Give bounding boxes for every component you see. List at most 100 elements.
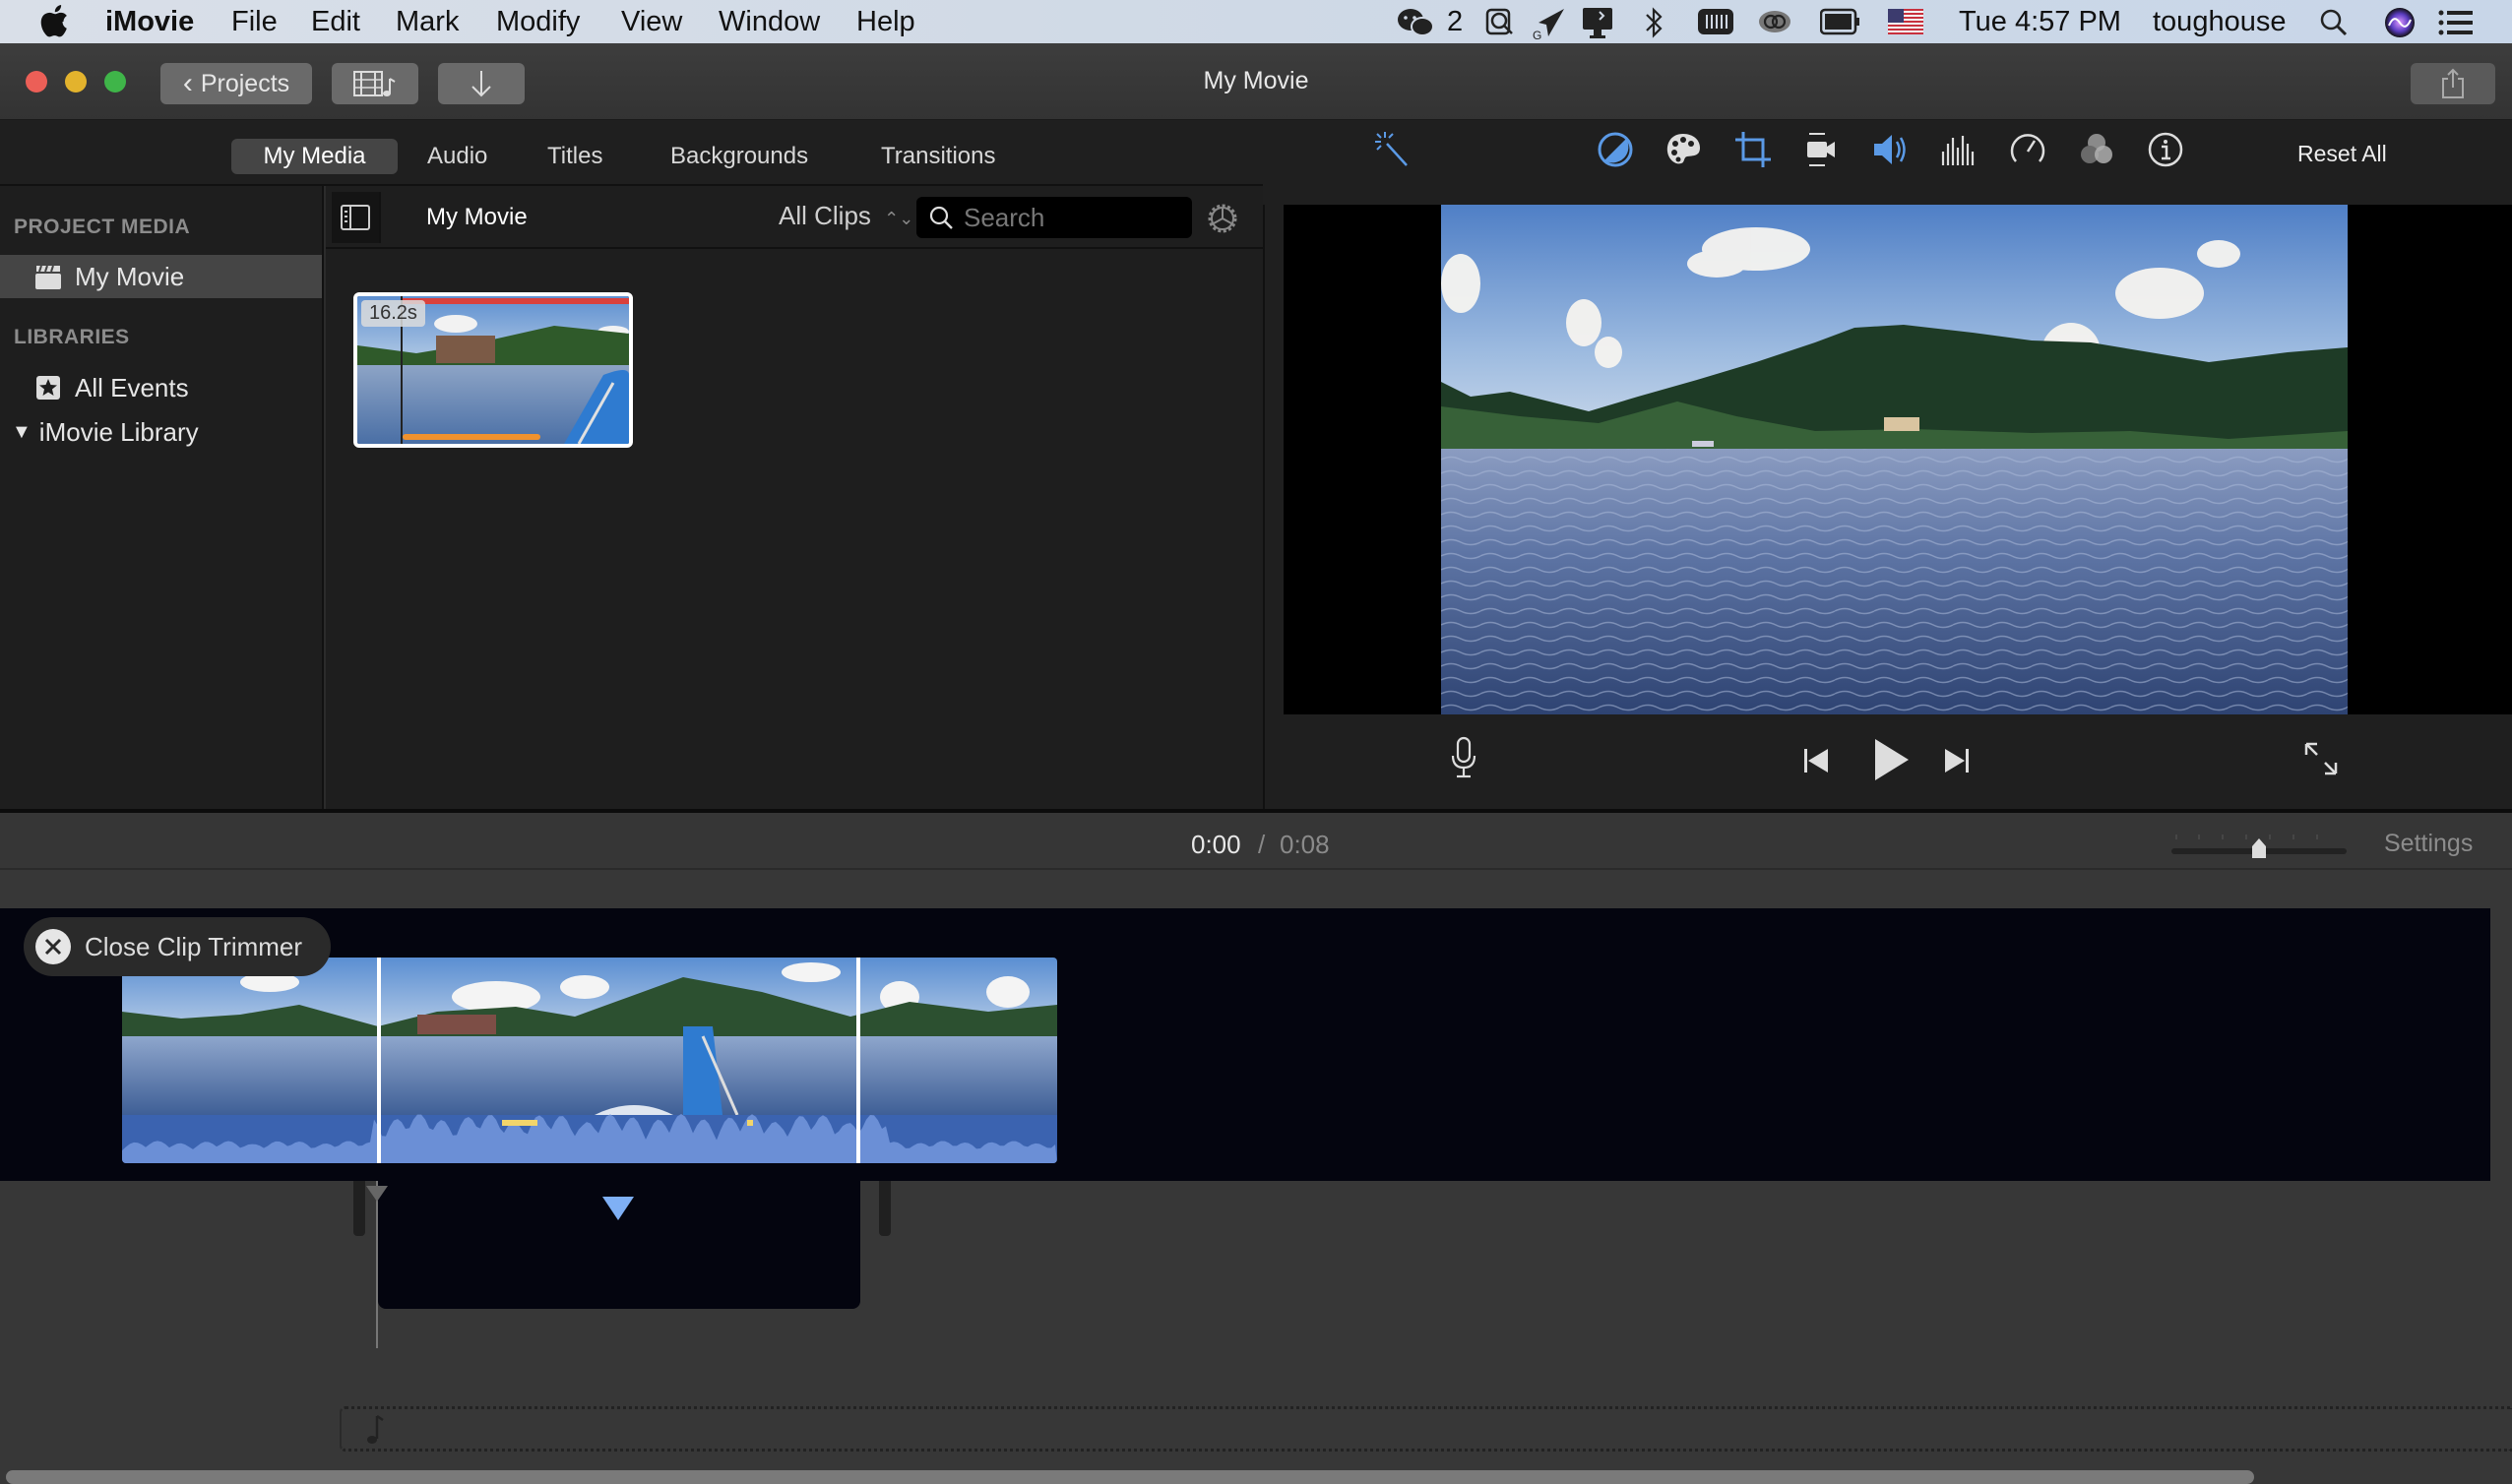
libraries-sidebar: PROJECT MEDIA My Movie LIBRARIES All Eve… bbox=[0, 186, 324, 809]
filmstrip-frames bbox=[122, 958, 1057, 1163]
trim-start-handle[interactable] bbox=[377, 958, 381, 1163]
playhead-triangle-icon[interactable] bbox=[365, 1185, 389, 1203]
airplay-display-icon[interactable] bbox=[1580, 6, 1615, 39]
send-icon[interactable]: G bbox=[1531, 7, 1566, 40]
tab-label: My Media bbox=[263, 143, 366, 169]
sidebar-icon bbox=[341, 205, 370, 230]
menu-file[interactable]: File bbox=[231, 6, 278, 38]
search-input[interactable] bbox=[964, 202, 1180, 233]
siri-icon[interactable] bbox=[2383, 6, 2417, 39]
tab-label: Backgrounds bbox=[670, 143, 809, 169]
window-title: My Movie bbox=[1203, 67, 1309, 94]
tab-audio[interactable]: Audio bbox=[409, 139, 505, 174]
sidebar-item-label: All Events bbox=[75, 372, 189, 402]
up-down-chevron-icon: ⌃⌄ bbox=[884, 209, 914, 228]
background-music-well[interactable] bbox=[340, 1406, 2512, 1452]
menu-edit[interactable]: Edit bbox=[311, 6, 360, 38]
libraries-heading: LIBRARIES bbox=[14, 326, 130, 348]
magic-wand-icon[interactable] bbox=[1373, 130, 1413, 169]
tab-my-media[interactable]: My Media bbox=[231, 139, 398, 174]
menu-mark[interactable]: Mark bbox=[396, 6, 459, 38]
close-clip-trimmer-label: Close Clip Trimmer bbox=[85, 931, 303, 961]
play-icon[interactable] bbox=[1871, 736, 1913, 783]
menu-window[interactable]: Window bbox=[719, 6, 820, 38]
sidebar-item-my-movie[interactable]: My Movie bbox=[0, 255, 322, 298]
crop-icon[interactable] bbox=[1733, 130, 1773, 169]
creative-cloud-icon[interactable] bbox=[1756, 7, 1793, 36]
close-clip-trimmer-button[interactable]: Close Clip Trimmer bbox=[24, 917, 331, 976]
clock[interactable]: Tue 4:57 PM bbox=[1959, 6, 2121, 38]
selected-range-bar bbox=[401, 298, 629, 304]
menu-modify[interactable]: Modify bbox=[496, 6, 580, 38]
clip-marker-triangle-icon[interactable] bbox=[600, 1195, 636, 1222]
used-range-bar bbox=[403, 434, 540, 440]
trim-end-handle[interactable] bbox=[856, 958, 860, 1163]
tab-label: Titles bbox=[547, 143, 603, 169]
skip-back-icon[interactable] bbox=[1801, 746, 1831, 775]
volume-icon[interactable] bbox=[1870, 130, 1910, 169]
search-field[interactable] bbox=[916, 197, 1192, 238]
clip-filter-select[interactable]: All Clips ⌃⌄ bbox=[779, 201, 913, 231]
share-button[interactable] bbox=[2411, 63, 2495, 104]
menu-view[interactable]: View bbox=[621, 6, 682, 38]
us-flag-icon[interactable] bbox=[1888, 9, 1923, 34]
sidebar-item-imovie-library[interactable]: ▼ iMovie Library bbox=[0, 410, 322, 454]
tab-backgrounds[interactable]: Backgrounds bbox=[653, 139, 826, 174]
tab-transitions[interactable]: Transitions bbox=[863, 139, 1013, 174]
clip-edge-left bbox=[353, 1181, 365, 1236]
browser-tabs: My Media Audio Titles Backgrounds Transi… bbox=[0, 120, 1263, 186]
toggle-sidebar-button[interactable] bbox=[332, 192, 381, 243]
media-clip-thumbnail[interactable]: 16.2s bbox=[353, 292, 633, 448]
apple-menu-icon[interactable] bbox=[39, 4, 69, 37]
zoom-slider-graphic bbox=[2171, 835, 2347, 858]
media-browser: My Movie All Clips ⌃⌄ Search 16.2s bbox=[326, 186, 1263, 809]
spotlight-icon[interactable] bbox=[2319, 8, 2349, 37]
color-correction-icon[interactable] bbox=[1664, 130, 1703, 169]
notification-center-icon[interactable] bbox=[2438, 10, 2474, 35]
timeline-horizontal-scrollbar[interactable] bbox=[6, 1470, 2254, 1484]
clapperboard-icon bbox=[35, 265, 61, 289]
stabilization-icon[interactable] bbox=[1801, 130, 1841, 169]
music-note-icon bbox=[367, 1414, 384, 1444]
timeline-zoom-slider[interactable] bbox=[2171, 835, 2347, 860]
wechat-icon[interactable] bbox=[1396, 6, 1435, 39]
timeline-settings-button[interactable]: Settings bbox=[2384, 830, 2473, 858]
disclosure-triangle-icon[interactable]: ▼ bbox=[12, 421, 31, 444]
user-name[interactable]: toughouse bbox=[2153, 6, 2286, 38]
equalizer-icon[interactable] bbox=[1938, 130, 1978, 169]
clip-duration: 16.2s bbox=[361, 300, 425, 327]
video-preview[interactable] bbox=[1441, 205, 2348, 714]
playhead[interactable] bbox=[376, 1181, 378, 1348]
timeline-header: 0:00 / 0:08 Settings bbox=[0, 809, 2512, 870]
star-icon bbox=[36, 376, 60, 400]
trimmer-filmstrip[interactable] bbox=[122, 958, 1057, 1163]
clip-filter-icon[interactable] bbox=[2077, 130, 2116, 169]
reset-all-button[interactable]: Reset All bbox=[2297, 141, 2387, 167]
menu-app-name[interactable]: iMovie bbox=[105, 6, 194, 38]
screenshot-icon[interactable] bbox=[1484, 7, 1520, 38]
browser-header: My Movie All Clips ⌃⌄ bbox=[326, 186, 1263, 249]
sidebar-item-all-events[interactable]: All Events bbox=[0, 366, 322, 409]
current-time: 0:00 bbox=[1191, 830, 1241, 859]
total-duration: 0:08 bbox=[1280, 830, 1330, 859]
fullscreen-icon[interactable] bbox=[2303, 741, 2339, 776]
battery-icon[interactable] bbox=[1820, 8, 1861, 35]
svg-text:G: G bbox=[1533, 29, 1541, 40]
viewer bbox=[1263, 205, 2512, 809]
sidebar-item-label: My Movie bbox=[75, 261, 185, 291]
video-frame-image bbox=[1441, 205, 2348, 714]
search-icon bbox=[929, 206, 953, 229]
tab-titles[interactable]: Titles bbox=[530, 139, 620, 174]
color-balance-icon[interactable] bbox=[1596, 130, 1635, 169]
sidebar-item-label: iMovie Library bbox=[38, 416, 199, 447]
bluetooth-icon[interactable] bbox=[1642, 5, 1665, 40]
menu-help[interactable]: Help bbox=[856, 6, 915, 38]
menu-bar: iMovie File Edit Mark Modify View Window… bbox=[0, 0, 2512, 43]
memory-icon[interactable] bbox=[1697, 8, 1734, 35]
tab-label: Audio bbox=[427, 143, 488, 169]
gear-icon[interactable] bbox=[1205, 201, 1240, 236]
skip-forward-icon[interactable] bbox=[1942, 746, 1972, 775]
speed-icon[interactable] bbox=[2008, 130, 2047, 169]
microphone-icon[interactable] bbox=[1449, 736, 1478, 779]
clip-info-icon[interactable] bbox=[2146, 130, 2185, 169]
